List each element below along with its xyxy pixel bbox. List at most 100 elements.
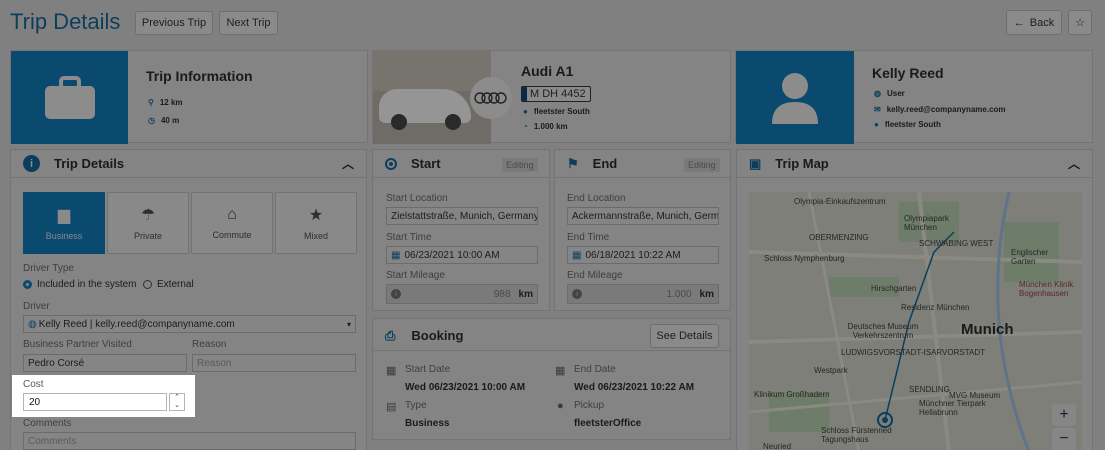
back-label: Back (1029, 16, 1055, 29)
map-zoom-in-button[interactable]: + (1052, 404, 1076, 426)
comments-input[interactable]: Comments (23, 432, 356, 450)
chevron-up-icon[interactable]: ⌃ (174, 394, 180, 402)
booking-pickup-value: fleetsterOffice (574, 418, 642, 429)
map-pin-icon: ● (874, 120, 879, 129)
map-label: Schloss Fürstenried Tagungshaus (821, 426, 892, 444)
clipboard-icon: ▤ (386, 401, 397, 413)
calendar-icon: ▦ (572, 249, 582, 261)
user-name: Kelly Reed (872, 65, 944, 81)
briefcase-icon: ▆ (57, 207, 71, 224)
chevron-down-icon[interactable]: ⌄ (174, 402, 180, 410)
map-label: SCHWABING WEST (919, 239, 994, 248)
end-panel: ⚑ End Editing End Location Ackermannstra… (554, 149, 731, 311)
vehicle-mileage: ◔ 1.000 km (523, 122, 568, 131)
start-title: Start (411, 156, 441, 171)
booking-end-date-label: End Date (574, 364, 616, 375)
trip-type-commute[interactable]: ⌂ Commute (191, 192, 273, 254)
driver-type-external[interactable]: External (143, 279, 194, 290)
trip-type-mixed[interactable]: ★ Mixed (275, 192, 357, 254)
user-card: Kelly Reed ◍ User ✉ kelly.reed@companyname… (735, 50, 1093, 144)
trip-map[interactable]: Olympia-Einkaufszentrum Olympiapark Münc… (749, 192, 1082, 450)
booking-type-value: Business (405, 418, 450, 429)
start-time-input[interactable]: ▦ 06/23/2021 10:00 AM (386, 246, 538, 264)
audi-rings-icon (474, 92, 507, 104)
trip-map-title: Trip Map (775, 156, 829, 171)
chevron-up-icon[interactable]: ︿ (342, 155, 354, 172)
start-location-input[interactable]: Zielstattstraße, Munich, Germany (386, 207, 538, 225)
end-editing-tag: Editing (684, 158, 720, 172)
cost-stepper[interactable]: ⌃ ⌄ (169, 393, 185, 411)
map-zoom-out-button[interactable]: − (1052, 428, 1076, 450)
start-location-label: Start Location (386, 193, 448, 204)
info-icon: i (572, 289, 582, 299)
cost-label: Cost (23, 379, 44, 390)
booking-start-date-label: Start Date (405, 364, 451, 375)
trip-details-header: i Trip Details ︿ (11, 150, 366, 178)
map-label: München Klinik Bogenhausen (1019, 280, 1074, 298)
booking-pickup-label: Pickup (574, 400, 605, 411)
speedometer-icon: ◔ (523, 122, 528, 131)
end-location-input[interactable]: Ackermannstraße, Munich, Germany (567, 207, 719, 225)
trip-map-panel: ▣ Trip Map ︿ Olympia-Einkaufszentrum Oly… (736, 149, 1093, 450)
umbrella-icon: ☂ (140, 207, 156, 224)
map-pin-icon: ● (523, 107, 528, 116)
info-icon: i (391, 289, 401, 299)
favorite-button[interactable]: ☆ (1068, 10, 1092, 35)
end-mileage-label: End Mileage (567, 270, 623, 281)
page-title: Trip Details (10, 9, 121, 34)
driver-type-included[interactable]: Included in the system (23, 279, 137, 290)
flag-icon: ⚑ (567, 155, 579, 171)
calendar-icon: ▦ (386, 365, 397, 377)
vehicle-name: Audi A1 (521, 63, 574, 79)
driver-type-label: Driver Type (23, 263, 74, 274)
driver-select[interactable]: ◍ Kelly Reed | kelly.reed@companyname.co… (23, 315, 356, 333)
map-label: Hirschgarten (871, 284, 917, 293)
user-icon-block (736, 51, 854, 144)
license-plate: M DH 4452 (521, 86, 591, 102)
partner-input[interactable]: Pedro Corsé (23, 354, 187, 372)
star-icon: ★ (308, 207, 324, 224)
start-mileage-input[interactable]: i 988 km (386, 284, 538, 304)
cost-input[interactable]: 20 (23, 393, 167, 411)
reason-input[interactable]: Reason (192, 354, 356, 372)
map-label: Olympia-Einkaufszentrum (794, 197, 886, 206)
trip-info-icon-block (11, 51, 128, 144)
booking-start-date-value: Wed 06/23/2021 10:00 AM (405, 382, 526, 393)
back-button[interactable]: ← Back (1006, 10, 1062, 35)
end-mileage-input[interactable]: i 1.000 km (567, 284, 719, 304)
see-details-button[interactable]: See Details (650, 324, 719, 348)
radio-selected-icon (23, 279, 32, 289)
map-label: Englischer Garten (1011, 248, 1049, 266)
route-icon: ⚲ (148, 98, 154, 107)
target-icon (385, 157, 397, 170)
previous-trip-button[interactable]: Previous Trip (135, 11, 213, 35)
comments-label: Comments (23, 418, 72, 429)
trip-duration: ◷ 40 m (148, 116, 180, 125)
user-location: ● fleetster South (874, 120, 941, 129)
user-icon: ◍ (874, 89, 881, 98)
next-trip-button[interactable]: Next Trip (219, 11, 278, 35)
map-label: Klinikum Großhadern (754, 390, 830, 399)
booking-type-label: Type (405, 400, 427, 411)
home-icon: ⌂ (227, 206, 237, 223)
trip-info-title: Trip Information (146, 68, 253, 84)
booking-title: Booking (411, 328, 464, 343)
booking-panel: ⎙ Booking See Details ▦ Start Date Wed 0… (372, 318, 731, 440)
trip-type-private[interactable]: ☂ Private (107, 192, 189, 254)
map-label: Residenz München (901, 303, 970, 312)
trip-details-panel: i Trip Details ︿ ▆ Business ☂ Private ⌂ … (10, 149, 367, 450)
car-key-icon: ⎙ (385, 327, 396, 343)
end-time-input[interactable]: ▦ 06/18/2021 10:22 AM (567, 246, 719, 264)
start-mileage-label: Start Mileage (386, 270, 445, 281)
trip-type-selector: ▆ Business ☂ Private ⌂ Commute ★ Mixed (23, 192, 357, 254)
map-city-label: Munich (961, 321, 1014, 338)
calendar-icon: ▦ (391, 249, 401, 261)
chevron-up-icon[interactable]: ︿ (1068, 155, 1080, 172)
trip-type-business[interactable]: ▆ Business (23, 192, 105, 254)
user-email: ✉ kelly.reed@companyname.com (874, 105, 1006, 114)
star-icon: ☆ (1075, 17, 1085, 29)
map-label: MVG Museum (949, 391, 1001, 400)
map-label: Westpark (814, 366, 848, 375)
map-label: Deutsches Museum Verkehrszentrum (847, 322, 919, 340)
trip-info-card: Trip Information ⚲ 12 km ◷ 40 m (10, 50, 368, 144)
